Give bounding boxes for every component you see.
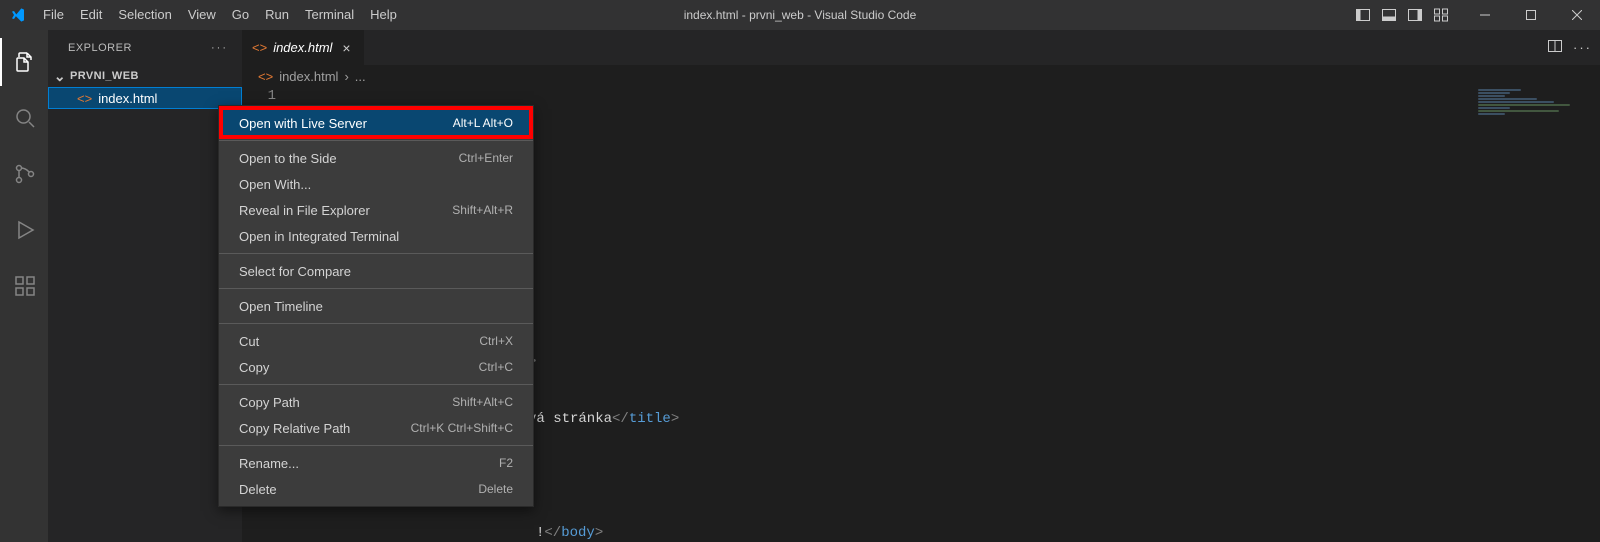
context-menu-item[interactable]: Open in Integrated Terminal	[219, 223, 533, 249]
context-menu-label: Open With...	[239, 177, 311, 192]
context-menu-label: Delete	[239, 482, 277, 497]
tab-label: index.html	[273, 40, 332, 55]
context-menu: Open with Live Server Alt+L Alt+O Open to …	[218, 105, 534, 507]
chevron-down-icon: ⌄	[52, 68, 68, 85]
context-menu-item[interactable]: Open Timeline	[219, 293, 533, 319]
context-menu-label: Copy Path	[239, 395, 300, 410]
more-actions-icon[interactable]: ···	[1573, 40, 1592, 55]
toggle-panel-icon[interactable]	[1376, 0, 1402, 30]
context-menu-shortcut: Ctrl+K Ctrl+Shift+C	[411, 421, 513, 435]
context-menu-item[interactable]: Open with Live Server Alt+L Alt+O	[219, 110, 533, 136]
menu-edit[interactable]: Edit	[72, 0, 110, 30]
menu-help[interactable]: Help	[362, 0, 405, 30]
context-menu-label: Reveal in File Explorer	[239, 203, 370, 218]
context-menu-item[interactable]: Select for Compare	[219, 258, 533, 284]
context-menu-item[interactable]: Reveal in File Explorer Shift+Alt+R	[219, 197, 533, 223]
folder-name: PRVNI_WEB	[70, 70, 139, 82]
breadcrumb-file: index.html	[279, 69, 338, 84]
sidebar-more-icon[interactable]: ···	[211, 42, 228, 54]
window-controls	[1462, 0, 1600, 30]
menu-selection[interactable]: Selection	[110, 0, 179, 30]
menu-go[interactable]: Go	[224, 0, 257, 30]
context-menu-item[interactable]: Rename... F2	[219, 450, 533, 476]
sidebar-title: EXPLORER	[68, 42, 132, 54]
close-button[interactable]	[1554, 0, 1600, 30]
context-menu-separator	[219, 445, 533, 446]
context-menu-separator	[219, 288, 533, 289]
explorer-activity-icon[interactable]	[0, 38, 48, 86]
context-menu-separator	[219, 253, 533, 254]
context-menu-item[interactable]: Copy Ctrl+C	[219, 354, 533, 380]
context-menu-label: Select for Compare	[239, 264, 351, 279]
toggle-primary-sidebar-icon[interactable]	[1350, 0, 1376, 30]
menu-terminal[interactable]: Terminal	[297, 0, 362, 30]
line-gutter: 1	[242, 87, 294, 106]
editor-tab[interactable]: <> index.html ×	[242, 30, 365, 65]
html-file-icon: <>	[77, 91, 92, 106]
menu-file[interactable]: File	[35, 0, 72, 30]
customize-layout-icon[interactable]	[1428, 0, 1454, 30]
title-bar: FileEditSelectionViewGoRunTerminalHelp i…	[0, 0, 1600, 30]
context-menu-separator	[219, 140, 533, 141]
close-tab-icon[interactable]: ×	[338, 40, 354, 56]
context-menu-shortcut: Alt+L Alt+O	[453, 116, 513, 130]
context-menu-shortcut: Ctrl+Enter	[459, 151, 513, 165]
context-menu-label: Copy	[239, 360, 269, 375]
file-tree-item[interactable]: <> index.html	[48, 87, 242, 109]
file-name: index.html	[98, 91, 157, 106]
context-menu-item[interactable]: Open to the Side Ctrl+Enter	[219, 145, 533, 171]
minimize-button[interactable]	[1462, 0, 1508, 30]
context-menu-label: Open with Live Server	[239, 116, 367, 131]
menu-run[interactable]: Run	[257, 0, 297, 30]
context-menu-item[interactable]: Copy Path Shift+Alt+C	[219, 389, 533, 415]
menu-view[interactable]: View	[180, 0, 224, 30]
source-control-activity-icon[interactable]	[0, 150, 48, 198]
context-menu-item[interactable]: Delete Delete	[219, 476, 533, 502]
vscode-logo-icon	[0, 7, 35, 23]
search-activity-icon[interactable]	[0, 94, 48, 142]
context-menu-label: Open Timeline	[239, 299, 323, 314]
menu-bar: FileEditSelectionViewGoRunTerminalHelp	[35, 0, 405, 30]
context-menu-shortcut: Ctrl+C	[479, 360, 513, 374]
context-menu-item[interactable]: Open With...	[219, 171, 533, 197]
window-title: index.html - prvni_web - Visual Studio C…	[684, 8, 917, 22]
context-menu-shortcut: Shift+Alt+R	[452, 203, 513, 217]
toggle-secondary-sidebar-icon[interactable]	[1402, 0, 1428, 30]
context-menu-shortcut: Shift+Alt+C	[452, 395, 513, 409]
breadcrumb[interactable]: <> index.html › ...	[242, 65, 1600, 87]
context-menu-label: Copy Relative Path	[239, 421, 350, 436]
sidebar-header: EXPLORER ···	[48, 30, 242, 65]
maximize-button[interactable]	[1508, 0, 1554, 30]
tab-actions: ···	[1547, 30, 1592, 65]
context-menu-item[interactable]: Copy Relative Path Ctrl+K Ctrl+Shift+C	[219, 415, 533, 441]
context-menu-label: Cut	[239, 334, 259, 349]
breadcrumb-rest: ...	[355, 69, 366, 84]
html-file-icon: <>	[258, 69, 273, 84]
title-right	[1350, 0, 1600, 30]
run-debug-activity-icon[interactable]	[0, 206, 48, 254]
context-menu-separator	[219, 323, 533, 324]
minimap[interactable]	[1478, 89, 1586, 129]
context-menu-separator	[219, 384, 533, 385]
context-menu-item[interactable]: Cut Ctrl+X	[219, 328, 533, 354]
html-file-icon: <>	[252, 40, 267, 55]
editor-tabs: <> index.html × ···	[242, 30, 1600, 65]
context-menu-shortcut: Ctrl+X	[479, 334, 513, 348]
folder-header[interactable]: ⌄ PRVNI_WEB	[48, 65, 242, 87]
context-menu-shortcut: F2	[499, 456, 513, 470]
context-menu-label: Open to the Side	[239, 151, 337, 166]
context-menu-label: Rename...	[239, 456, 299, 471]
activity-bar	[0, 30, 48, 542]
context-menu-label: Open in Integrated Terminal	[239, 229, 399, 244]
breadcrumb-separator: ›	[344, 69, 348, 84]
explorer-sidebar: EXPLORER ··· ⌄ PRVNI_WEB <> index.html	[48, 30, 242, 542]
split-editor-icon[interactable]	[1547, 38, 1563, 57]
layout-controls	[1350, 0, 1454, 30]
extensions-activity-icon[interactable]	[0, 262, 48, 310]
context-menu-shortcut: Delete	[478, 482, 513, 496]
